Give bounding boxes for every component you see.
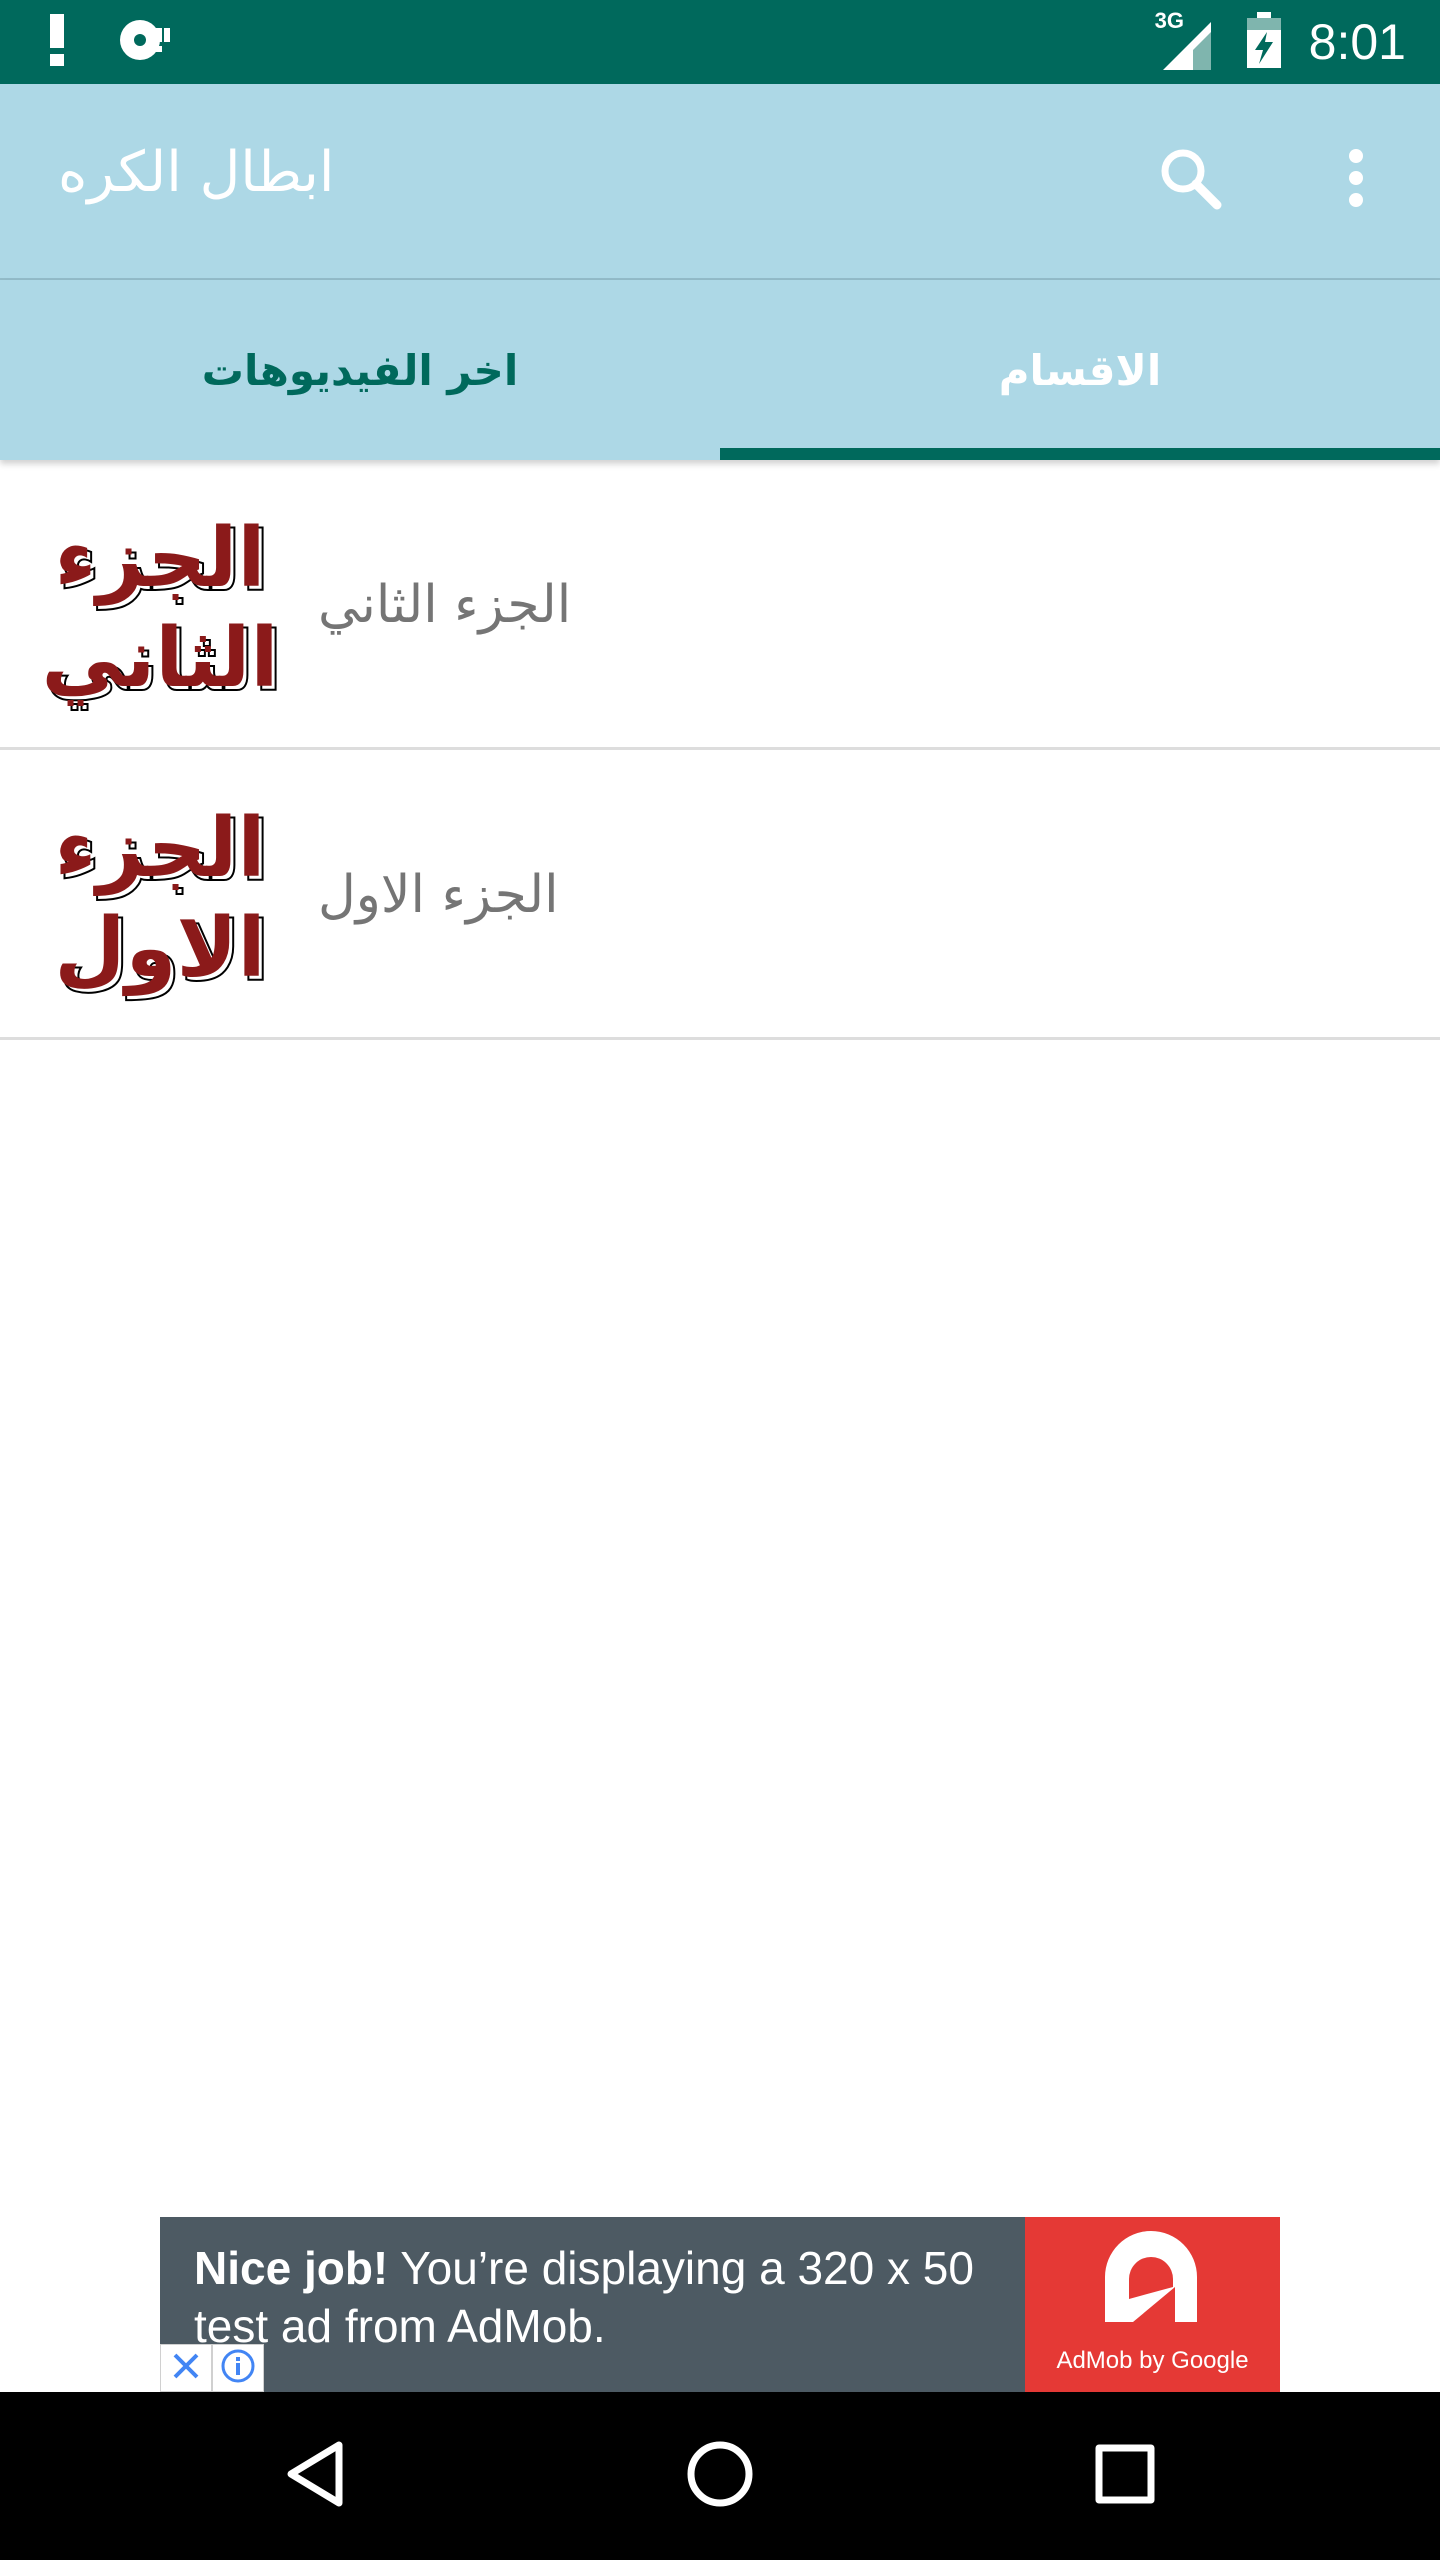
sections-list: الجزء الجزء الثاني الثاني الجزء الثاني ا… [0,460,1440,1040]
tab-sections[interactable]: الاقسام [720,280,1440,460]
section-thumbnail: الجزء الجزء الاول الاول [40,774,280,1014]
section-thumbnail: الجزء الجزء الثاني الثاني [40,484,284,724]
search-icon [1157,145,1223,215]
thumb-line-1: الجزء [55,801,266,896]
tab-bar: اخر الفيديوهات الاقسام [0,280,1440,460]
admob-caption: AdMob by Google [1056,2347,1249,2374]
ad-info-button[interactable] [212,2344,264,2392]
recents-button[interactable] [1075,2426,1175,2526]
ad-banner[interactable]: Nice job! You’re displaying a 320 x 50 t… [160,2217,1280,2392]
back-button[interactable] [265,2426,365,2526]
recents-square-icon [1093,2442,1157,2510]
ad-text: Nice job! You’re displaying a 320 x 50 t… [194,2239,1014,2355]
thumb-line-1: الجزء [55,511,266,606]
thumb-line-2: الثاني [42,611,279,706]
more-vert-icon [1346,148,1366,212]
thumb-line-2: الاول [54,901,265,997]
section-label: الجزء الاول [318,865,559,925]
home-circle-icon [685,2439,755,2513]
list-item[interactable]: الجزء الجزء الثاني الثاني الجزء الثاني [0,460,1440,750]
tab-latest-videos[interactable]: اخر الفيديوهات [0,280,720,460]
status-time: 8:01 [1308,14,1406,70]
media-sync-icon [116,14,176,70]
admob-icon [1105,2231,1197,2322]
app-title: ابطال الكره [58,140,335,205]
info-icon [220,2348,256,2388]
tab-indicator [720,448,1440,460]
battery-charging-icon [1246,12,1281,72]
cell-signal-icon: 3G [1153,8,1219,72]
alert-icon [48,14,66,70]
back-triangle-icon [283,2439,347,2513]
close-icon [171,2351,201,2385]
tab-label: الاقسام [998,345,1162,395]
navigation-bar [0,2392,1440,2560]
section-label: الجزء الثاني [318,575,572,635]
app-bar: ابطال الكره [0,84,1440,281]
status-bar: 3G 8:01 [0,0,1440,84]
home-button[interactable] [670,2426,770,2526]
admob-logo: AdMob by Google [1025,2217,1280,2392]
ad-close-button[interactable] [160,2344,212,2392]
search-button[interactable] [1150,140,1230,220]
tab-label: اخر الفيديوهات [201,345,519,395]
list-item[interactable]: الجزء الجزء الاول الاول الجزء الاول [0,750,1440,1040]
more-options-button[interactable] [1316,140,1396,220]
ad-headline: Nice job! [194,2242,389,2294]
